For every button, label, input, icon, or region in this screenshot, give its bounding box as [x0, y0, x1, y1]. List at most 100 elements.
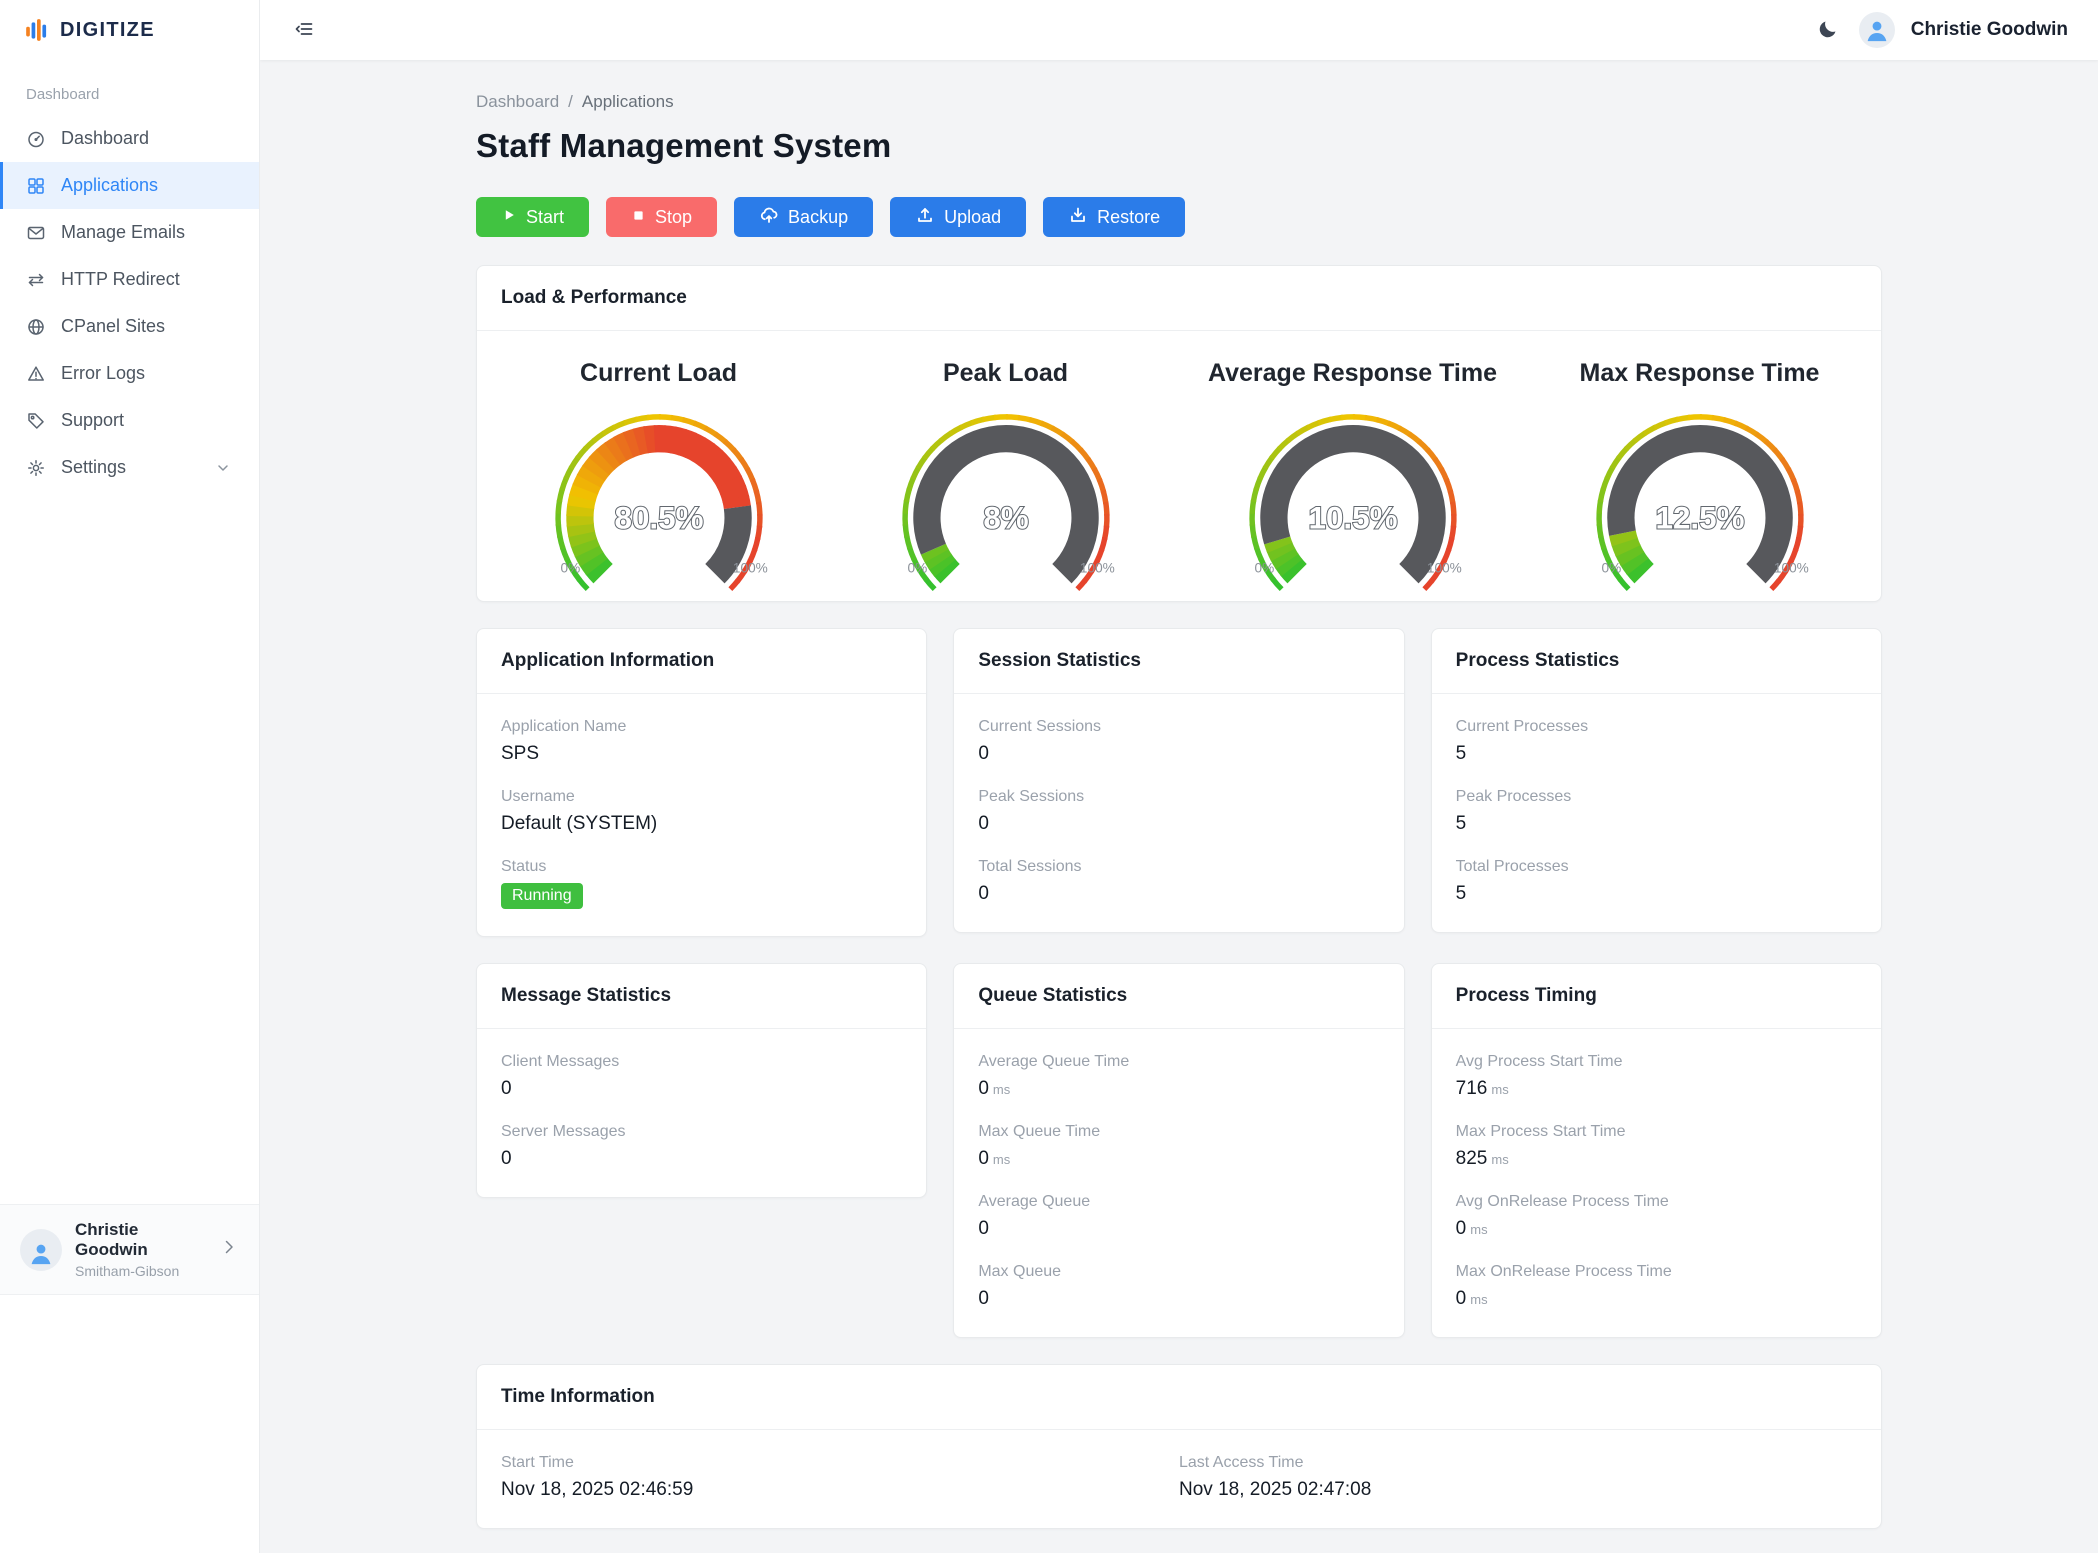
- sidebar-item-applications[interactable]: Applications: [0, 162, 259, 209]
- time-information-card: Time Information Start TimeNov 18, 2025 …: [476, 1364, 1882, 1529]
- sidebar-item-http-redirect[interactable]: HTTP Redirect: [0, 256, 259, 303]
- field-value: 0: [978, 1218, 1379, 1240]
- field-label: Max OnRelease Process Time: [1456, 1263, 1857, 1281]
- restore-button[interactable]: Restore: [1043, 197, 1185, 237]
- play-icon: [501, 207, 517, 228]
- gauge-max-label: 100%: [1079, 560, 1114, 575]
- process-statistics-card: Process StatisticsCurrent Processes5Peak…: [1431, 628, 1882, 933]
- topbar-avatar[interactable]: [1859, 12, 1895, 48]
- field-total-processes: Total Processes5: [1456, 858, 1857, 905]
- gauge-title: Average Response Time: [1208, 359, 1497, 388]
- sidebar-item-dashboard[interactable]: Dashboard: [0, 115, 259, 162]
- sidebar-user-card[interactable]: Christie Goodwin Smitham-Gibson: [0, 1204, 259, 1295]
- field-label: Peak Processes: [1456, 788, 1857, 806]
- field-username: Username Default (SYSTEM): [501, 788, 902, 835]
- gauge-max-label: 100%: [732, 560, 767, 575]
- button-label: Stop: [655, 207, 692, 228]
- upload-button[interactable]: Upload: [890, 197, 1026, 237]
- sidebar-item-cpanel-sites[interactable]: CPanel Sites: [0, 303, 259, 350]
- start-button[interactable]: Start: [476, 197, 589, 237]
- field-value-text: 0: [978, 1288, 989, 1309]
- brand-logo[interactable]: DIGITIZE: [0, 0, 259, 60]
- sidebar-item-error-logs[interactable]: Error Logs: [0, 350, 259, 397]
- gauge-min-label: 0%: [1601, 560, 1621, 575]
- field-value: 5: [1456, 813, 1857, 835]
- field-value: 0ms: [1456, 1218, 1857, 1240]
- person-icon: [28, 1240, 54, 1271]
- topbar-right: Christie Goodwin: [1813, 12, 2068, 48]
- sidebar-item-settings[interactable]: Settings: [0, 444, 259, 491]
- field-label: Total Processes: [1456, 858, 1857, 876]
- field-label: Total Sessions: [978, 858, 1379, 876]
- field-label: Username: [501, 788, 902, 806]
- field-unit: ms: [1491, 1082, 1508, 1097]
- sidebar-item-label: Applications: [61, 175, 158, 196]
- field-value: Running: [501, 883, 902, 909]
- process-timing-card: Process TimingAvg Process Start Time716m…: [1431, 963, 1882, 1338]
- field-value-text: 0: [978, 883, 989, 904]
- field-label: Last Access Time: [1179, 1454, 1857, 1472]
- main-area: Christie Goodwin Dashboard / Application…: [260, 0, 2098, 1553]
- card-body: Average Queue Time0msMax Queue Time0msAv…: [954, 1029, 1403, 1337]
- stop-button[interactable]: Stop: [606, 197, 717, 237]
- manage-emails-icon: [26, 223, 46, 243]
- stop-icon: [631, 207, 646, 228]
- field-unit: ms: [993, 1082, 1010, 1097]
- field-label: Max Queue Time: [978, 1123, 1379, 1141]
- field-value: 716ms: [1456, 1078, 1857, 1100]
- breadcrumb-applications[interactable]: Applications: [582, 92, 674, 112]
- field-max-queue-time: Max Queue Time0ms: [978, 1123, 1379, 1170]
- field-value: 0: [501, 1148, 902, 1170]
- application-information-card: Application Information Application NameS…: [476, 628, 927, 937]
- card-title: Message Statistics: [477, 964, 926, 1029]
- field-value: Default (SYSTEM): [501, 813, 902, 835]
- field-value-text: 0: [501, 1148, 512, 1169]
- card-body: Current Sessions0Peak Sessions0Total Ses…: [954, 694, 1403, 932]
- gauge-value: 12.5%: [1655, 501, 1744, 536]
- gauge-title: Current Load: [580, 359, 737, 388]
- sidebar-item-label: Dashboard: [61, 128, 149, 149]
- sidebar-item-label: HTTP Redirect: [61, 269, 180, 290]
- field-label: Avg Process Start Time: [1456, 1053, 1857, 1071]
- dark-mode-button[interactable]: [1813, 14, 1843, 47]
- gauge-chart: 10.5%0%100%: [1203, 388, 1503, 593]
- field-label: Average Queue Time: [978, 1053, 1379, 1071]
- sidebar-toggle-button[interactable]: [290, 15, 318, 46]
- field-label: Avg OnRelease Process Time: [1456, 1193, 1857, 1211]
- field-application-name: Application NameSPS: [501, 718, 902, 765]
- breadcrumb-dashboard[interactable]: Dashboard: [476, 92, 559, 112]
- field-start-time: Start TimeNov 18, 2025 02:46:59: [501, 1454, 1179, 1501]
- http-redirect-icon: [26, 270, 46, 290]
- content: Dashboard / Applications Staff Managemen…: [260, 60, 2098, 1553]
- backup-button[interactable]: Backup: [734, 197, 873, 237]
- button-label: Upload: [944, 207, 1001, 228]
- sidebar-item-label: Error Logs: [61, 363, 145, 384]
- sidebar-item-support[interactable]: Support: [0, 397, 259, 444]
- field-value-text: 716: [1456, 1078, 1488, 1099]
- field-value: 0ms: [978, 1078, 1379, 1100]
- gauge-current-load: Current Load80.5%0%100%: [509, 347, 809, 593]
- field-client-messages: Client Messages0: [501, 1053, 902, 1100]
- sidebar-item-manage-emails[interactable]: Manage Emails: [0, 209, 259, 256]
- field-label: Application Name: [501, 718, 902, 736]
- gauge-title: Peak Load: [943, 359, 1068, 388]
- gauge-value: 8%: [983, 501, 1028, 536]
- field-max-process-start-time: Max Process Start Time825ms: [1456, 1123, 1857, 1170]
- field-value-text: 0: [978, 743, 989, 764]
- card-title: Application Information: [477, 629, 926, 694]
- load-performance-card: Load & Performance Current Load80.5%0%10…: [476, 265, 1882, 602]
- gauge-chart: 8%0%100%: [856, 388, 1156, 593]
- field-value-text: 5: [1456, 813, 1467, 834]
- topbar-user-name[interactable]: Christie Goodwin: [1911, 19, 2068, 41]
- upload-icon: [915, 205, 935, 230]
- action-button-row: Start Stop Backup Upload Restore: [476, 197, 1882, 237]
- message-statistics-card: Message StatisticsClient Messages0Server…: [476, 963, 927, 1198]
- field-value: 0: [978, 883, 1379, 905]
- error-logs-icon: [26, 364, 46, 384]
- breadcrumb: Dashboard / Applications: [476, 92, 1882, 112]
- topbar: Christie Goodwin: [260, 0, 2098, 60]
- field-value-text: 0: [1456, 1288, 1467, 1309]
- chevron-right-icon[interactable]: [219, 1237, 239, 1262]
- load-performance-title: Load & Performance: [477, 266, 1881, 331]
- brand-logo-icon: [24, 17, 50, 43]
